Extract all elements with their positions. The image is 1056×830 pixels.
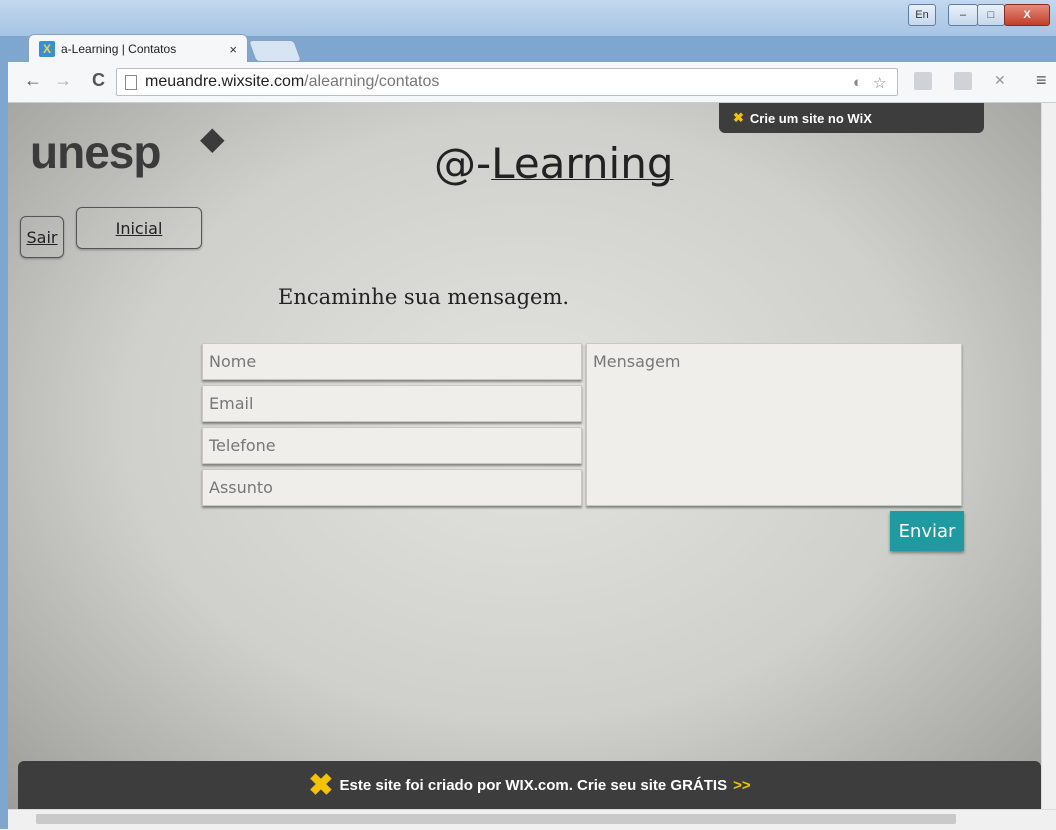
wix-footer-banner[interactable]: ✖ Este site foi criado por WIX.com. Crie…: [18, 761, 1041, 809]
assunto-input[interactable]: Assunto: [202, 469, 582, 506]
footer-text: Este site foi criado por WIX.com. Crie s…: [339, 776, 728, 794]
mensagem-textarea[interactable]: Mensagem: [586, 343, 962, 506]
title-bar: [0, 0, 1056, 36]
page-viewport: unesp ◆ @-Learning ✖ Crie um site no WiX…: [8, 103, 1041, 809]
inicial-button[interactable]: Inicial: [76, 207, 202, 249]
url-text: meuandre.wixsite.com/alearning/contatos: [145, 73, 439, 91]
wix-favicon-icon: X: [39, 41, 55, 57]
browser-window: En – □ X X a-Learning | Contatos × ← → C…: [0, 0, 1056, 830]
minimize-button[interactable]: –: [948, 4, 978, 26]
browser-toolbar: ← → C meuandre.wixsite.com/alearning/con…: [8, 62, 1056, 103]
cookie-blocked-icon[interactable]: ◐: [853, 74, 862, 91]
enviar-button[interactable]: Enviar: [890, 511, 964, 551]
extension-icon[interactable]: [914, 72, 932, 90]
telefone-input[interactable]: Telefone: [202, 427, 582, 464]
vertical-scrollbar[interactable]: [1041, 103, 1056, 809]
wix-extension-icon[interactable]: ✕: [994, 72, 1012, 90]
horizontal-scroll-thumb[interactable]: [36, 814, 956, 824]
tab-close-icon[interactable]: ×: [229, 42, 237, 57]
menu-icon[interactable]: ≡: [1036, 70, 1047, 91]
reload-icon[interactable]: C: [92, 70, 105, 91]
nome-input[interactable]: Nome: [202, 343, 582, 380]
forward-icon[interactable]: →: [54, 70, 72, 91]
site-title-learning: Learning: [491, 139, 674, 188]
star-icon[interactable]: ☆: [873, 74, 886, 92]
unesp-logo-mark-icon: ◆: [200, 120, 225, 156]
email-input[interactable]: Email: [202, 385, 582, 422]
new-tab-button[interactable]: [247, 40, 303, 62]
footer-arrow: >>: [733, 776, 751, 794]
back-icon[interactable]: ←: [24, 70, 42, 91]
tab-title: a-Learning | Contatos: [61, 42, 177, 56]
url-host: meuandre.wixsite.com: [145, 73, 305, 90]
url-path: /alearning/contatos: [304, 73, 440, 90]
language-button[interactable]: En: [908, 4, 936, 26]
browser-tab[interactable]: X a-Learning | Contatos ×: [28, 34, 248, 63]
horizontal-scrollbar[interactable]: [8, 809, 1056, 830]
wix-badge[interactable]: ✖ Crie um site no WiX: [719, 103, 984, 133]
address-bar[interactable]: meuandre.wixsite.com/alearning/contatos …: [116, 68, 898, 96]
unesp-logo: unesp: [30, 126, 161, 178]
sair-button[interactable]: Sair: [20, 216, 64, 258]
extension-icon-2[interactable]: [954, 72, 972, 90]
wix-badge-text: Crie um site no WiX: [749, 110, 872, 126]
wix-x-icon: ✖: [308, 768, 334, 802]
site-title: @-Learning: [434, 139, 674, 188]
site-title-prefix: @-: [434, 139, 492, 188]
maximize-button[interactable]: □: [977, 4, 1005, 26]
page-icon: [125, 74, 137, 90]
close-window-button[interactable]: X: [1004, 4, 1050, 26]
contact-heading: Encaminhe sua mensagem.: [278, 285, 570, 309]
wix-x-icon: ✖: [733, 110, 744, 125]
